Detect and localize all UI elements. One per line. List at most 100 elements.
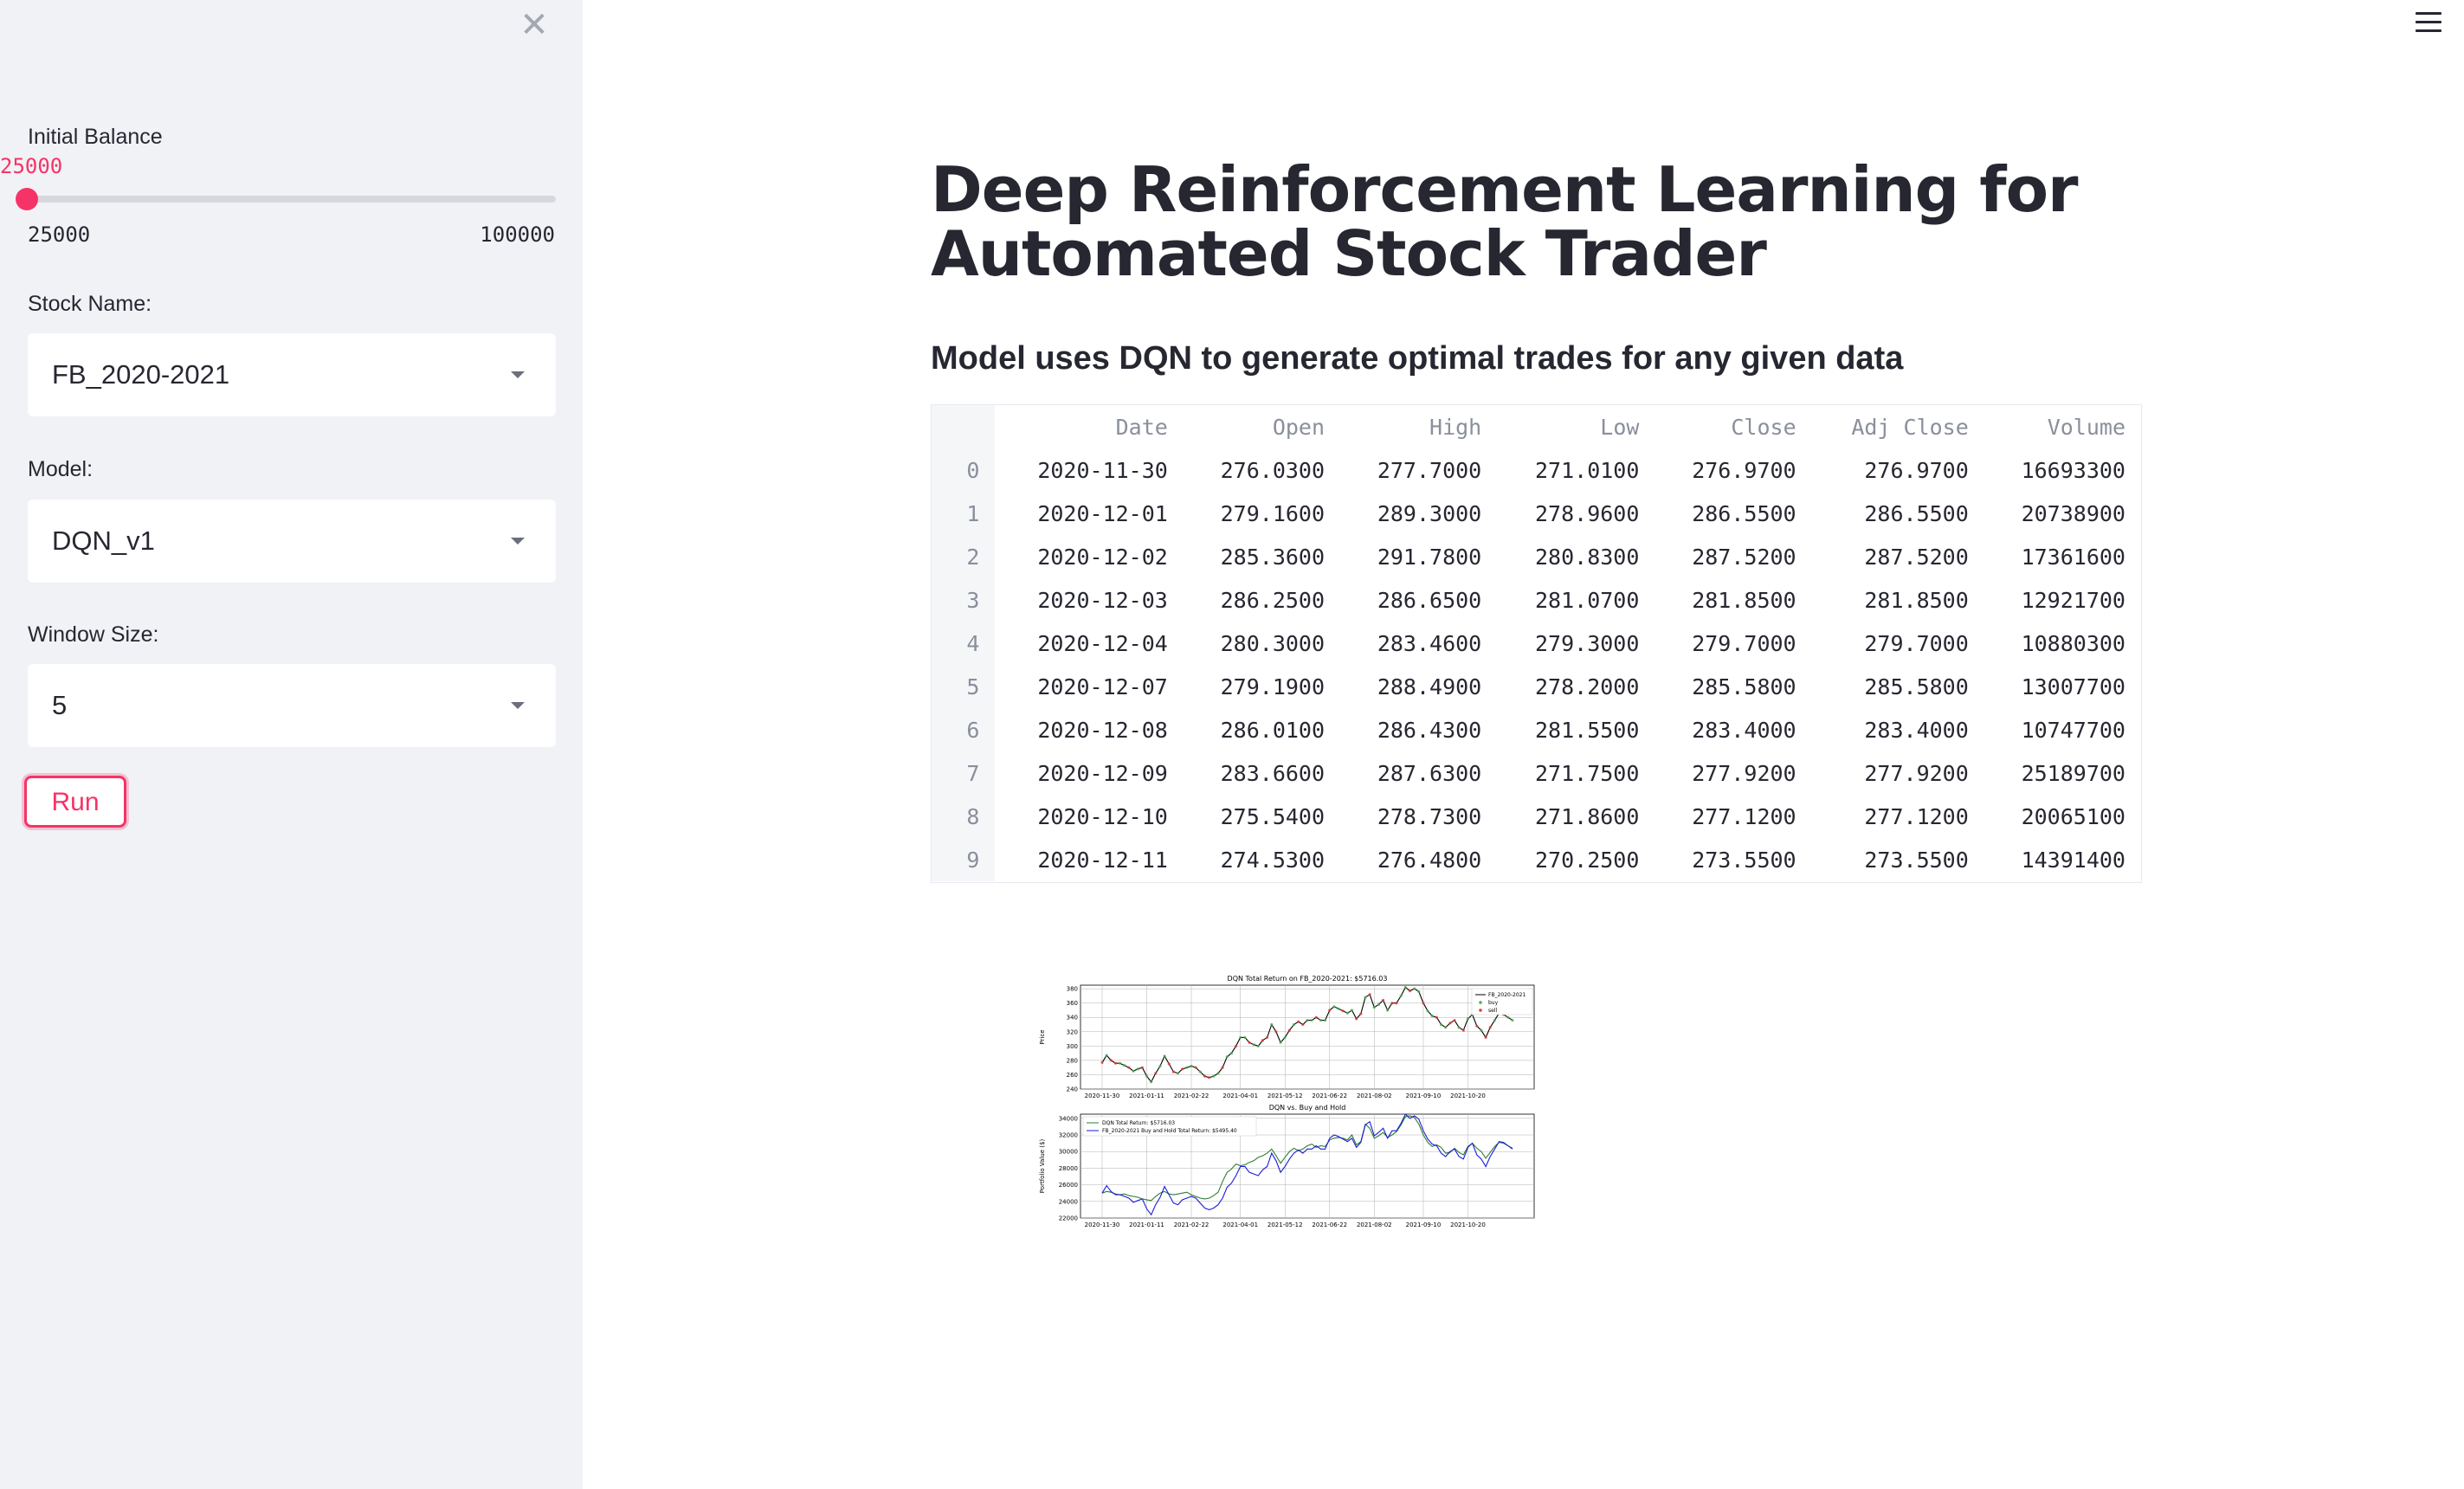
trade-marker: [1359, 1012, 1363, 1015]
table-row[interactable]: 5 2020-12-07 279.1900 288.4900 278.2000 285.5…: [932, 665, 2141, 708]
model-value: DQN_v1: [52, 525, 155, 556]
trade-marker: [1198, 1070, 1202, 1073]
trade-marker: [1239, 1035, 1242, 1040]
stock-name-select[interactable]: FB_2020-2021: [28, 333, 556, 416]
table-cell: 276.9700: [1692, 457, 1796, 483]
trade-marker: [1395, 1002, 1398, 1005]
table-cell: 10880300: [2021, 630, 2125, 656]
y-tick-label: 240: [1067, 1086, 1078, 1093]
table-cell: 281.5500: [1535, 717, 1640, 743]
column-header[interactable]: Close: [1639, 405, 1796, 448]
column-header[interactable]: High: [1325, 405, 1481, 448]
legend-swatch: [1479, 1001, 1482, 1004]
trade-marker: [1109, 1059, 1113, 1062]
table-cell: 13007700: [2021, 674, 2125, 699]
table-row[interactable]: 8 2020-12-10 275.5400 278.7300 271.8600 277.1…: [932, 795, 2141, 838]
table-cell: 270.2500: [1535, 847, 1640, 873]
table-cell: 277.7000: [1377, 457, 1482, 483]
table-row[interactable]: 7 2020-12-09 283.6600 287.6300 271.7500 277.9…: [932, 751, 2141, 795]
table-cell: 287.5200: [1692, 544, 1796, 570]
trade-marker: [1345, 1011, 1349, 1015]
close-sidebar-icon[interactable]: ✕: [518, 8, 551, 42]
table-row[interactable]: 1 2020-12-01 279.1600 289.3000 278.9600 286.5…: [932, 492, 2141, 535]
trade-marker: [1377, 1002, 1381, 1006]
trade-marker: [1314, 1015, 1318, 1019]
table-cell: 283.4000: [1692, 717, 1796, 743]
trade-marker: [1248, 1041, 1251, 1044]
page-subtitle: Model uses DQN to generate optimal trade…: [931, 340, 1904, 377]
column-header[interactable]: Date: [995, 405, 1168, 448]
table-cell: 276.4800: [1377, 847, 1482, 873]
plot-area: [1080, 984, 1535, 1090]
initial-balance-slider-thumb[interactable]: [16, 188, 38, 210]
hamburger-menu-icon[interactable]: [2416, 12, 2441, 38]
trade-marker: [1266, 1035, 1269, 1040]
table-cell: 273.5500: [1864, 847, 1969, 873]
column-header[interactable]: Low: [1481, 405, 1639, 448]
trade-marker: [1140, 1066, 1144, 1069]
table-cell: 283.4600: [1377, 630, 1482, 656]
trade-marker: [1243, 1035, 1247, 1040]
table-row[interactable]: 9 2020-12-11 274.5300 276.4800 270.2500 273.5…: [932, 838, 2141, 881]
trade-marker: [1252, 1043, 1255, 1047]
table-cell: 283.6600: [1220, 760, 1326, 786]
trade-marker: [1185, 1066, 1189, 1069]
table-row[interactable]: 2 2020-12-02 285.3600 291.7800 280.8300 287.5…: [932, 535, 2141, 578]
trade-marker: [1306, 1018, 1309, 1022]
table-cell: 2020-12-01: [1037, 500, 1168, 526]
table-cell: 25189700: [2021, 760, 2125, 786]
table-cell: 286.0100: [1220, 717, 1326, 743]
x-tick-label: 2021-10-20: [1450, 1093, 1486, 1099]
trade-marker: [1390, 1002, 1394, 1005]
data-table[interactable]: Date Open High Low Close Adj Close Volum…: [931, 404, 2142, 883]
model-select[interactable]: DQN_v1: [28, 500, 556, 583]
trade-marker: [1457, 1026, 1461, 1029]
row-index: 7: [932, 751, 996, 795]
legend-label: FB_2020-2021: [1488, 992, 1525, 998]
trade-marker: [1158, 1064, 1162, 1068]
chart-title: DQN vs. Buy and Hold: [1269, 1104, 1346, 1112]
x-tick-label: 2021-04-01: [1222, 1221, 1258, 1228]
table-row[interactable]: 4 2020-12-04 280.3000 283.4600 279.3000 279.7…: [932, 622, 2141, 665]
trade-marker: [1171, 1070, 1176, 1073]
initial-balance-slider-track[interactable]: [28, 196, 556, 203]
run-button[interactable]: Run: [24, 776, 126, 828]
trade-marker: [1480, 1028, 1483, 1032]
y-tick-label: 30000: [1059, 1149, 1078, 1156]
x-tick-label: 2021-01-11: [1129, 1221, 1164, 1228]
trade-marker: [1216, 1072, 1220, 1075]
table-cell: 20065100: [2021, 803, 2125, 829]
table-cell: 285.5800: [1692, 674, 1796, 699]
trade-marker: [1484, 1035, 1487, 1040]
table-cell: 271.7500: [1535, 760, 1640, 786]
row-index: 1: [932, 492, 996, 535]
trade-marker: [1493, 1018, 1496, 1022]
table-row[interactable]: 3 2020-12-03 286.2500 286.6500 281.0700 281.8…: [932, 578, 2141, 622]
column-header[interactable]: Volume: [1969, 405, 2141, 448]
trade-marker: [1364, 996, 1367, 999]
table-row[interactable]: 0 2020-11-30 276.0300 277.7000 271.0100 276.9…: [932, 448, 2141, 492]
table-cell: 285.5800: [1864, 674, 1969, 699]
y-tick-label: 380: [1067, 986, 1078, 993]
table-cell: 2020-12-07: [1037, 674, 1168, 699]
table-cell: 271.0100: [1535, 457, 1640, 483]
column-header[interactable]: Open: [1168, 405, 1325, 448]
column-header[interactable]: Adj Close: [1796, 405, 1968, 448]
trade-marker: [1181, 1067, 1184, 1071]
model-label: Model:: [28, 457, 94, 481]
y-tick-label: 28000: [1059, 1165, 1078, 1172]
chevron-down-icon: [511, 538, 525, 545]
table-cell: 273.5500: [1692, 847, 1796, 873]
table-cell: 286.4300: [1377, 717, 1482, 743]
table-row[interactable]: 6 2020-12-08 286.0100 286.4300 281.5500 283.4…: [932, 708, 2141, 751]
trade-marker: [1422, 1002, 1425, 1005]
table-cell: 281.8500: [1864, 587, 1969, 613]
trade-marker: [1461, 1028, 1465, 1032]
table-cell: 288.4900: [1377, 674, 1482, 699]
y-tick-label: 260: [1067, 1072, 1078, 1079]
y-axis-label: Portfolio Value ($): [1039, 1139, 1046, 1194]
initial-balance-label: Initial Balance: [28, 125, 163, 149]
table-cell: 2020-12-04: [1037, 630, 1168, 656]
window-size-select[interactable]: 5: [28, 664, 556, 747]
table-cell: 276.9700: [1864, 457, 1969, 483]
